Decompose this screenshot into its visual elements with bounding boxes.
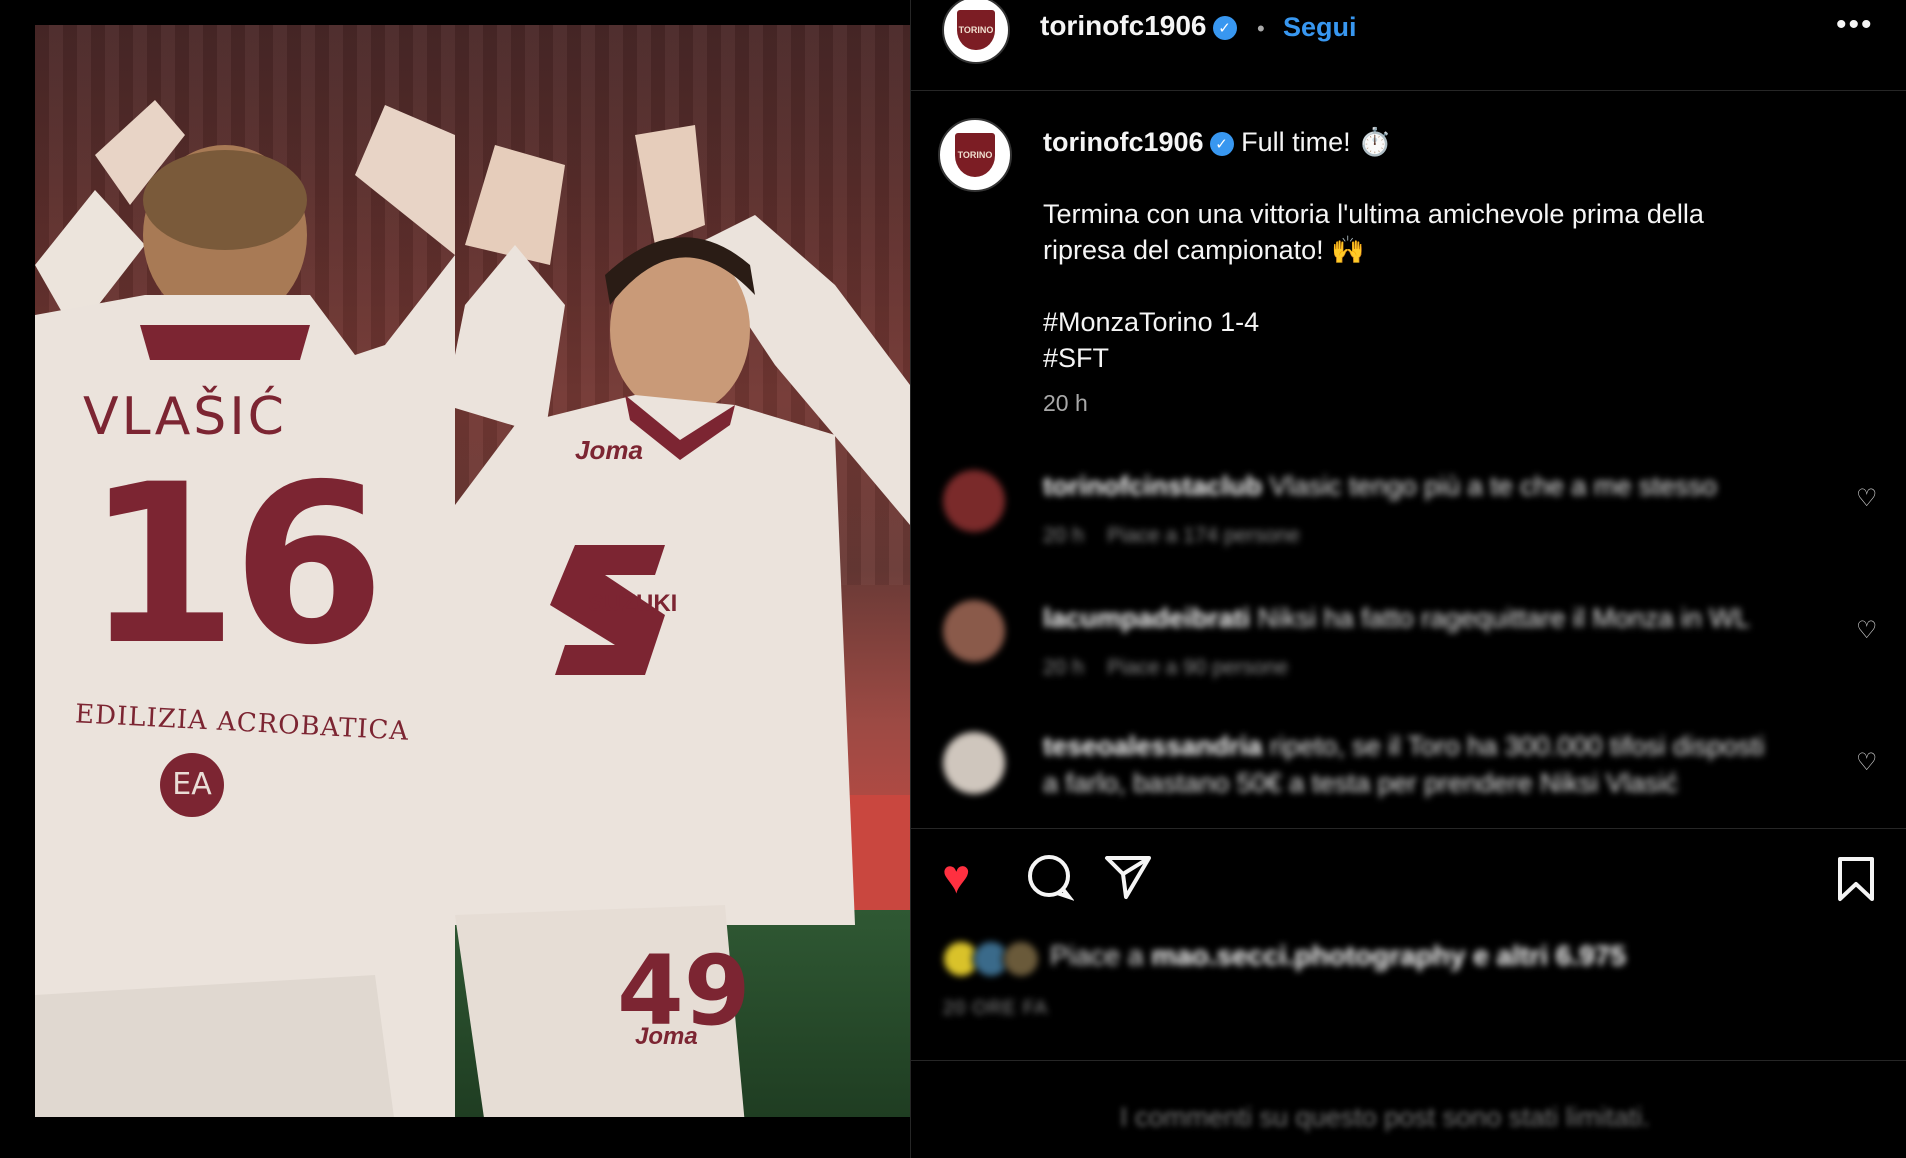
comment-avatar[interactable] [943, 470, 1005, 532]
shorts-brand: Joma [635, 1023, 698, 1050]
header-divider [910, 90, 1906, 91]
comment-avatar[interactable] [943, 732, 1005, 794]
header-separator: • [1257, 16, 1265, 41]
header-username[interactable]: torinofc1906 ✓ [1040, 10, 1237, 42]
likes-suffix[interactable]: e altri 6.975 [1473, 940, 1626, 971]
liker-avatar [1002, 940, 1040, 978]
panel-divider [910, 0, 911, 1158]
comment-text: ripeto, se il Toro ha 300.000 tifosi dis… [1269, 731, 1765, 761]
comment-username[interactable]: lacumpadeibrati [1043, 603, 1250, 633]
like-heart-icon[interactable]: ♥ [942, 850, 971, 905]
verified-badge-icon: ✓ [1209, 131, 1234, 156]
comment-likes[interactable]: Piace a 174 persone [1107, 524, 1300, 547]
torino-crest-icon: TORINO [957, 10, 995, 50]
comment-username[interactable]: teseoalessandria [1043, 731, 1262, 761]
caption-line-1: Full time! ⏱️ [1241, 127, 1392, 157]
comments-limited-notice: I commenti su questo post sono stati lim… [1120, 1102, 1650, 1132]
comment-3: teseoalessandria ripeto, se il Toro ha 3… [1043, 728, 1823, 802]
actions-divider [910, 828, 1906, 829]
comment-like-icon[interactable]: ♡ [1856, 484, 1878, 513]
caption-username[interactable]: torinofc1906 [1043, 127, 1204, 157]
caption-hashtag-1[interactable]: #MonzaTorino 1-4 [1043, 304, 1843, 340]
share-icon[interactable] [1104, 854, 1152, 905]
caption-hashtag-2[interactable]: #SFT [1043, 340, 1843, 376]
comment-like-icon[interactable]: ♡ [1856, 616, 1878, 645]
likes-text[interactable]: Piace a mao.secci.photography e altri 6.… [1050, 940, 1626, 972]
jersey-sponsor-suzuki: SUZUKI [588, 590, 678, 617]
comment-2: lacumpadeibrati Niksi ha fatto ragequitt… [1043, 600, 1823, 637]
header-username-text[interactable]: torinofc1906 [1040, 10, 1207, 41]
caption-line-3: ripresa del campionato! 🙌 [1043, 235, 1365, 265]
post-caption: torinofc1906 ✓ Full time! ⏱️ Termina con … [1043, 124, 1843, 376]
caption-avatar[interactable]: TORINO [938, 118, 1012, 192]
comment-1: torinofcinstaclub Vlasic tengo più a te … [1043, 468, 1823, 505]
likes-user[interactable]: mao.secci.photography [1151, 940, 1465, 971]
verified-badge-icon: ✓ [1212, 15, 1237, 40]
header-avatar[interactable]: TORINO [942, 0, 1010, 64]
comment-text: Vlasic tengo più a te che a me stesso [1269, 471, 1717, 501]
comment-meta: 20 h Piace a 174 persone [1043, 524, 1300, 548]
caption-timestamp: 20 h [1043, 390, 1088, 416]
torino-crest-icon: TORINO [954, 133, 996, 177]
jersey-badge: EA [160, 753, 224, 817]
more-options-icon[interactable]: ••• [1836, 8, 1874, 42]
jersey-brand: Joma [575, 435, 643, 465]
footer-divider [910, 1060, 1906, 1061]
post-image[interactable]: VLAŠIĆ 16 EDILIZIA ACROBATICA EA Joma SU… [35, 25, 910, 1117]
follow-button[interactable]: Segui [1283, 12, 1357, 43]
caption-line-2: Termina con una vittoria l'ultima amiche… [1043, 199, 1704, 229]
comment-avatar[interactable] [943, 600, 1005, 662]
comment-time: 20 h [1043, 656, 1084, 679]
comment-like-icon[interactable]: ♡ [1856, 748, 1878, 777]
comment-icon[interactable] [1024, 852, 1075, 907]
save-bookmark-icon[interactable] [1836, 856, 1876, 907]
likes-prefix: Piace a [1050, 940, 1144, 971]
comment-text: Niksi ha fatto ragequittare il Monza in … [1257, 603, 1750, 633]
comment-likes[interactable]: Piace a 90 persone [1107, 656, 1288, 679]
post-age: 20 ORE FA [943, 998, 1049, 1019]
comment-meta: 20 h Piace a 90 persone [1043, 656, 1288, 680]
comment-time: 20 h [1043, 524, 1084, 547]
comment-username[interactable]: torinofcinstaclub [1043, 471, 1262, 501]
comment-text-cont: a farlo, bastano 50€ a testa per prender… [1043, 768, 1678, 798]
